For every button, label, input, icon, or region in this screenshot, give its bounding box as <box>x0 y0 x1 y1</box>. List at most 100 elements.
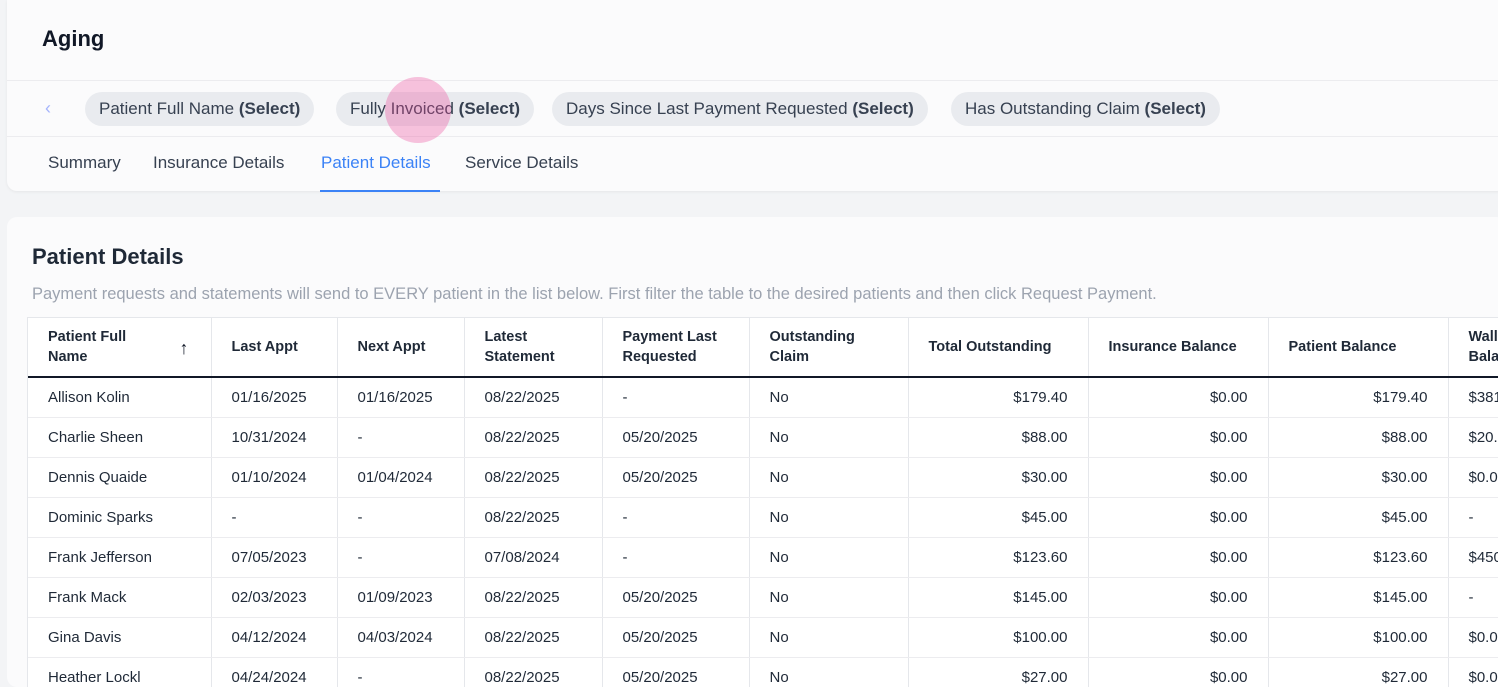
table-cell: No <box>749 657 909 687</box>
table-cell: 01/16/2025 <box>211 377 338 418</box>
column-header-insurance-balance[interactable]: Insurance Balance <box>1088 318 1269 378</box>
table-cell: 04/12/2024 <box>211 617 338 658</box>
column-header-patient-balance[interactable]: Patient Balance <box>1268 318 1449 378</box>
section-description: Payment requests and statements will sen… <box>32 285 1157 303</box>
column-header-outstanding-claim[interactable]: Outstanding Claim <box>749 318 909 378</box>
filter-chip-value: (Select) <box>238 99 301 118</box>
table-cell: $381 <box>1448 377 1498 418</box>
table-cell: 10/31/2024 <box>211 417 338 458</box>
table-cell: $179.40 <box>1268 377 1449 418</box>
table-cell: $0.0 <box>1448 617 1498 658</box>
table-row[interactable]: Heather Lockl 04/24/2024-08/22/2025 05/20/… <box>28 657 1498 687</box>
table-cell: 08/22/2025 <box>464 417 603 458</box>
table-cell: 07/05/2023 <box>211 537 338 578</box>
table-cell: 08/22/2025 <box>464 457 603 498</box>
column-header-total-outstanding[interactable]: Total Outstanding <box>908 318 1089 378</box>
tab-bar: Summary Insurance Details Patient Detail… <box>7 137 1498 192</box>
table-cell: $123.60 <box>1268 537 1449 578</box>
table-cell: - <box>602 537 750 578</box>
table-cell: - <box>1448 577 1498 618</box>
filter-chip-patient-full-name[interactable]: Patient Full Name (Select) <box>85 92 315 126</box>
tab-insurance-details[interactable]: Insurance Details <box>153 153 284 173</box>
table-cell: Gina Davis <box>28 617 212 658</box>
table-cell: $145.00 <box>1268 577 1449 618</box>
table-row[interactable]: Gina Davis 04/12/2024 04/03/2024 08/22/2025… <box>28 617 1498 658</box>
table-cell: $145.00 <box>908 577 1089 618</box>
table-cell: 01/16/2025 <box>337 377 465 418</box>
table-row[interactable]: Allison Kolin 01/16/2025 01/16/2025 08/22/2… <box>28 377 1498 418</box>
table-cell: 01/04/2024 <box>337 457 465 498</box>
table-cell: - <box>602 497 750 538</box>
table-cell: 05/20/2025 <box>602 417 750 458</box>
column-header-wallet-balance[interactable]: Wallet Balance <box>1448 318 1498 378</box>
table-cell: $179.40 <box>908 377 1089 418</box>
table-cell: 05/20/2025 <box>602 457 750 498</box>
column-header-patient-full-name[interactable]: Patient Full Name ↑ <box>28 318 212 378</box>
table-row[interactable]: Frank Jefferson 07/05/2023-07/08/2024- No $… <box>28 537 1498 578</box>
table-cell: - <box>337 537 465 578</box>
arrow-up-icon[interactable]: ↑ <box>180 338 189 358</box>
patient-details-card: Patient Details Payment requests and sta… <box>7 217 1498 687</box>
table-cell: $0.0 <box>1448 457 1498 498</box>
table-cell: $123.60 <box>908 537 1089 578</box>
table-cell: 08/22/2025 <box>464 617 603 658</box>
filter-chip-fully-invoiced[interactable]: Fully Invoiced (Select) <box>336 92 535 126</box>
filter-chip-label: Has Outstanding Claim <box>965 99 1140 118</box>
table-cell: Frank Jefferson <box>28 537 212 578</box>
table-cell: 08/22/2025 <box>464 577 603 618</box>
table-cell: - <box>1448 497 1498 538</box>
column-header-latest-statement[interactable]: Latest Statement <box>464 318 603 378</box>
table-cell: 07/08/2024 <box>464 537 603 578</box>
table-cell: 01/10/2024 <box>211 457 338 498</box>
table-cell: 08/22/2025 <box>464 377 603 418</box>
table-cell: $0.00 <box>1088 497 1269 538</box>
table-cell: Frank Mack <box>28 577 212 618</box>
table-cell: Allison Kolin <box>28 377 212 418</box>
top-header-card: Aging ‹ Patient Full Name (Select) Fully… <box>7 0 1498 192</box>
filter-chip-has-outstanding-claim[interactable]: Has Outstanding Claim (Select) <box>951 92 1220 126</box>
table-cell: $27.00 <box>1268 657 1449 687</box>
filter-chip-value: (Select) <box>458 99 521 118</box>
column-header-payment-last-requested[interactable]: Payment Last Requested <box>602 318 750 378</box>
table-cell: $45.00 <box>1268 497 1449 538</box>
table-cell: No <box>749 377 909 418</box>
table-cell: - <box>211 497 338 538</box>
table-cell: 05/20/2025 <box>602 657 750 687</box>
filter-chip-label: Patient Full Name <box>99 99 235 118</box>
tab-service-details[interactable]: Service Details <box>465 153 578 173</box>
chevron-left-icon[interactable]: ‹ <box>45 98 59 118</box>
table-cell: Dominic Sparks <box>28 497 212 538</box>
table-row[interactable]: Charlie Sheen 10/31/2024-08/22/2025 05/20/… <box>28 417 1498 458</box>
table-cell: No <box>749 417 909 458</box>
table-cell: 08/22/2025 <box>464 657 603 687</box>
table-cell: No <box>749 457 909 498</box>
table-row[interactable]: Dominic Sparks - -08/22/2025- No $45.00 $0.00… <box>28 497 1498 538</box>
table-cell: No <box>749 497 909 538</box>
table-cell: - <box>337 417 465 458</box>
table-cell: $0.00 <box>1088 377 1269 418</box>
table-cell: $0.00 <box>1088 537 1269 578</box>
column-header-next-appt[interactable]: Next Appt <box>337 318 465 378</box>
table-cell: $450 <box>1448 537 1498 578</box>
table-row[interactable]: Dennis Quaide 01/10/2024 01/04/2024 08/22/2… <box>28 457 1498 498</box>
table-cell: $88.00 <box>908 417 1089 458</box>
filter-chip-days-since-last-payment-requested[interactable]: Days Since Last Payment Requested (Selec… <box>552 92 928 126</box>
table-cell: No <box>749 617 909 658</box>
table-cell: Heather Lockl <box>28 657 212 687</box>
table-row[interactable]: Frank Mack 02/03/2023 01/09/2023 08/22/2025… <box>28 577 1498 618</box>
tab-patient-details[interactable]: Patient Details <box>321 153 431 173</box>
table-cell: $0.00 <box>1088 417 1269 458</box>
table-header-row: Patient Full Name ↑ Last Appt Next Appt … <box>28 318 1498 378</box>
table-cell: 02/03/2023 <box>211 577 338 618</box>
table-cell: 04/24/2024 <box>211 657 338 687</box>
table-cell: - <box>602 377 750 418</box>
table-cell: $27.00 <box>908 657 1089 687</box>
filter-chip-value: (Select) <box>852 99 914 118</box>
table-cell: 05/20/2025 <box>602 577 750 618</box>
table-cell: No <box>749 577 909 618</box>
table-cell: $30.00 <box>1268 457 1449 498</box>
column-header-last-appt[interactable]: Last Appt <box>211 318 338 378</box>
table-cell: No <box>749 537 909 578</box>
tab-summary[interactable]: Summary <box>48 153 121 173</box>
filter-bar: ‹ Patient Full Name (Select) Fully Invoi… <box>7 80 1498 137</box>
